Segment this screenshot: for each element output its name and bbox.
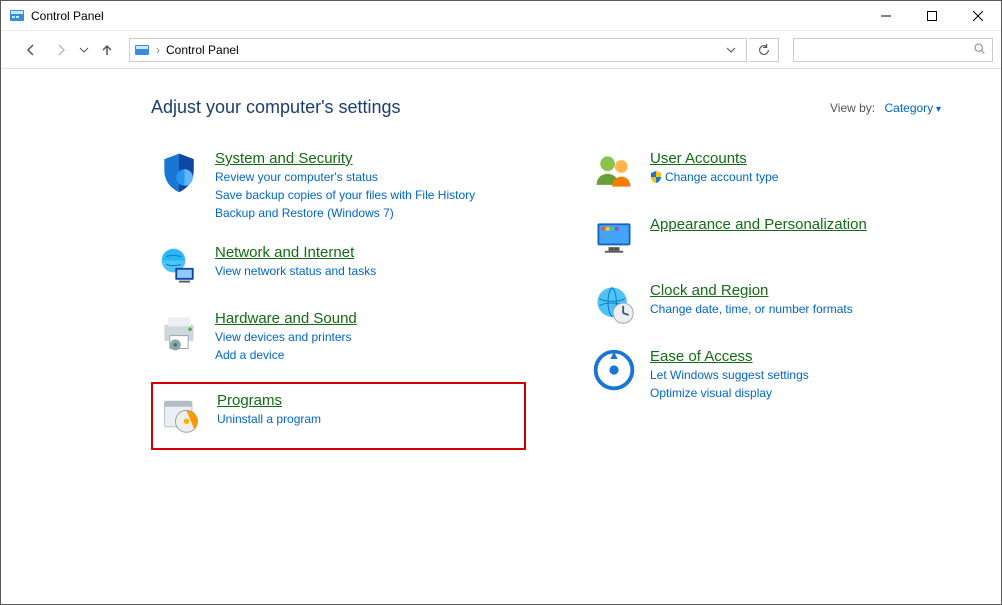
category-title[interactable]: User Accounts xyxy=(650,150,747,167)
category-link[interactable]: Uninstall a program xyxy=(217,410,518,428)
category-title[interactable]: Appearance and Personalization xyxy=(650,216,867,233)
category-link[interactable]: Add a device xyxy=(215,346,520,364)
category-title[interactable]: Ease of Access xyxy=(650,348,753,365)
category-link[interactable]: View network status and tasks xyxy=(215,262,520,280)
monitor-personalization-icon xyxy=(592,216,636,260)
address-dropdown-icon[interactable] xyxy=(720,45,742,55)
category-clock-region: Clock and Region Change date, time, or n… xyxy=(586,278,961,330)
category-link-text: Change account type xyxy=(665,170,778,184)
view-by-label: View by: xyxy=(830,101,875,115)
view-by: View by: Category xyxy=(830,101,941,115)
shield-icon xyxy=(157,150,201,194)
right-column: User Accounts Change account type Appear xyxy=(586,146,961,464)
navbar: › Control Panel xyxy=(1,31,1001,69)
control-panel-icon xyxy=(9,8,25,24)
category-link[interactable]: Let Windows suggest settings xyxy=(650,366,955,384)
printer-icon xyxy=(157,310,201,354)
category-title[interactable]: Programs xyxy=(217,392,282,409)
search-icon xyxy=(973,42,986,58)
search-box[interactable] xyxy=(793,38,993,62)
back-button[interactable] xyxy=(17,36,45,64)
category-link[interactable]: Backup and Restore (Windows 7) xyxy=(215,204,520,222)
category-system-security: System and Security Review your computer… xyxy=(151,146,526,226)
breadcrumb[interactable]: Control Panel xyxy=(166,43,239,57)
globe-network-icon xyxy=(157,244,201,288)
uac-shield-icon xyxy=(650,170,662,182)
category-programs: Programs Uninstall a program xyxy=(151,382,526,450)
close-button[interactable] xyxy=(955,1,1001,31)
minimize-button[interactable] xyxy=(863,1,909,31)
category-title[interactable]: System and Security xyxy=(215,150,353,167)
maximize-button[interactable] xyxy=(909,1,955,31)
category-ease-of-access: Ease of Access Let Windows suggest setti… xyxy=(586,344,961,406)
page-title: Adjust your computer's settings xyxy=(151,97,401,118)
category-link[interactable]: Optimize visual display xyxy=(650,384,955,402)
up-button[interactable] xyxy=(93,36,121,64)
titlebar: Control Panel xyxy=(1,1,1001,31)
category-link[interactable]: Review your computer's status xyxy=(215,168,520,186)
category-user-accounts: User Accounts Change account type xyxy=(586,146,961,198)
forward-button[interactable] xyxy=(47,36,75,64)
category-link[interactable]: Change date, time, or number formats xyxy=(650,300,955,318)
breadcrumb-separator: › xyxy=(156,43,160,57)
recent-locations-button[interactable] xyxy=(77,45,91,55)
category-link[interactable]: Save backup copies of your files with Fi… xyxy=(215,186,520,204)
category-network-internet: Network and Internet View network status… xyxy=(151,240,526,292)
programs-icon xyxy=(159,392,203,436)
category-link[interactable]: View devices and printers xyxy=(215,328,520,346)
category-link[interactable]: Change account type xyxy=(650,168,955,186)
clock-globe-icon xyxy=(592,282,636,326)
category-title[interactable]: Network and Internet xyxy=(215,244,354,261)
category-hardware-sound: Hardware and Sound View devices and prin… xyxy=(151,306,526,368)
users-icon xyxy=(592,150,636,194)
search-input[interactable] xyxy=(800,42,973,58)
ease-of-access-icon xyxy=(592,348,636,392)
content-area: Adjust your computer's settings View by:… xyxy=(1,69,1001,604)
refresh-button[interactable] xyxy=(749,38,779,62)
view-by-selector[interactable]: Category xyxy=(884,101,941,115)
window: Control Panel › Control P xyxy=(0,0,1002,605)
category-title[interactable]: Clock and Region xyxy=(650,282,768,299)
category-title[interactable]: Hardware and Sound xyxy=(215,310,357,327)
window-title: Control Panel xyxy=(31,9,104,23)
category-appearance-personalization: Appearance and Personalization xyxy=(586,212,961,264)
address-bar[interactable]: › Control Panel xyxy=(129,38,747,62)
left-column: System and Security Review your computer… xyxy=(151,146,526,464)
address-icon xyxy=(134,42,150,58)
